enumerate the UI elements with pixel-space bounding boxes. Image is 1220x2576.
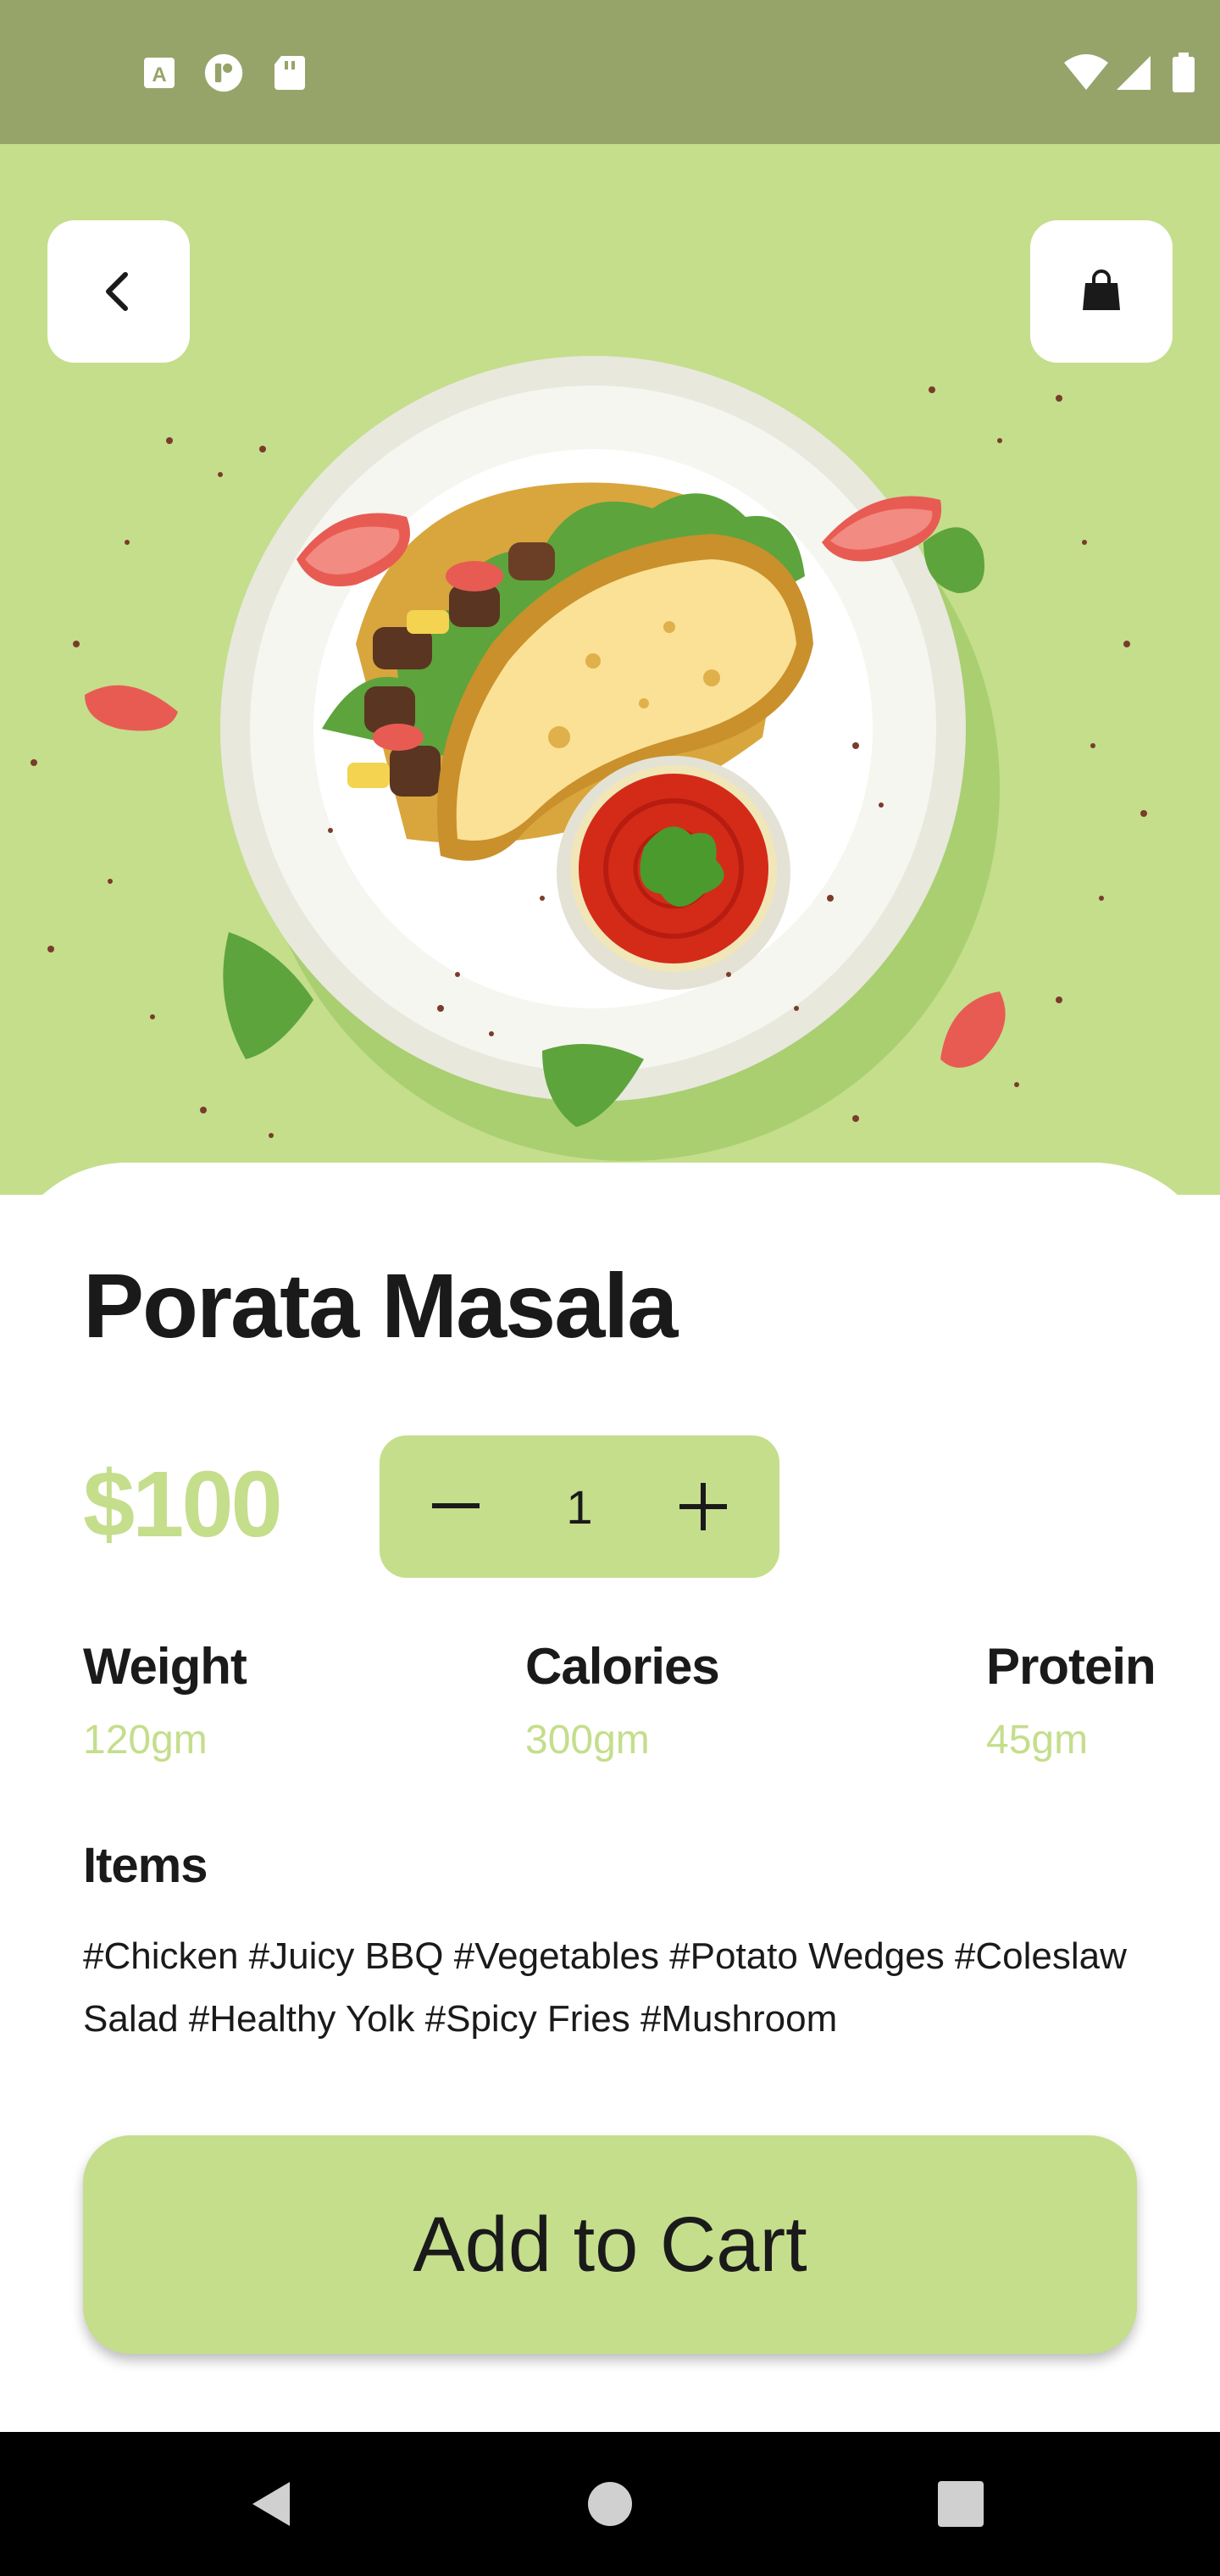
quantity-stepper: 1 xyxy=(380,1435,779,1578)
svg-text:A: A xyxy=(152,64,166,86)
product-price: $100 xyxy=(83,1452,283,1557)
nav-home-button[interactable] xyxy=(559,2432,661,2576)
weight-value: 120gm xyxy=(83,1718,208,1763)
nav-recents-button[interactable] xyxy=(910,2432,1012,2576)
signal-icon xyxy=(1117,56,1151,90)
battery-icon xyxy=(1173,53,1195,92)
decrease-quantity-button[interactable] xyxy=(405,1435,507,1578)
calories-label: Calories xyxy=(525,1638,720,1695)
product-name: Porata Masala xyxy=(83,1254,678,1357)
plus-icon xyxy=(679,1483,727,1530)
shopping-bag-button[interactable] xyxy=(1030,220,1173,363)
a-box-icon: A xyxy=(144,58,175,88)
protein-value: 45gm xyxy=(986,1718,1089,1763)
sd-card-icon xyxy=(274,56,305,90)
protein-label: Protein xyxy=(986,1638,1156,1695)
back-button[interactable] xyxy=(47,220,190,363)
calories-value: 300gm xyxy=(525,1718,650,1763)
shopping-bag-icon xyxy=(1083,269,1120,310)
circle-home-icon xyxy=(588,2482,632,2526)
triangle-back-icon xyxy=(252,2482,290,2526)
quantity-value: 1 xyxy=(566,1480,593,1534)
add-to-cart-button[interactable]: Add to Cart xyxy=(83,2135,1137,2354)
status-bar: A xyxy=(0,0,1220,144)
weight-label: Weight xyxy=(83,1638,247,1695)
items-tags: #Chicken #Juicy BBQ #Vegetables #Potato … xyxy=(83,1935,1127,2040)
navigation-bar xyxy=(0,2432,1220,2576)
chevron-left-icon xyxy=(106,272,128,311)
nav-back-button[interactable] xyxy=(220,2432,322,2576)
minus-icon xyxy=(432,1503,480,1508)
wifi-icon xyxy=(1064,54,1108,90)
items-heading: Items xyxy=(83,1838,208,1893)
increase-quantity-button[interactable] xyxy=(652,1435,754,1578)
media-icon xyxy=(204,53,243,92)
square-recents-icon xyxy=(938,2481,984,2527)
